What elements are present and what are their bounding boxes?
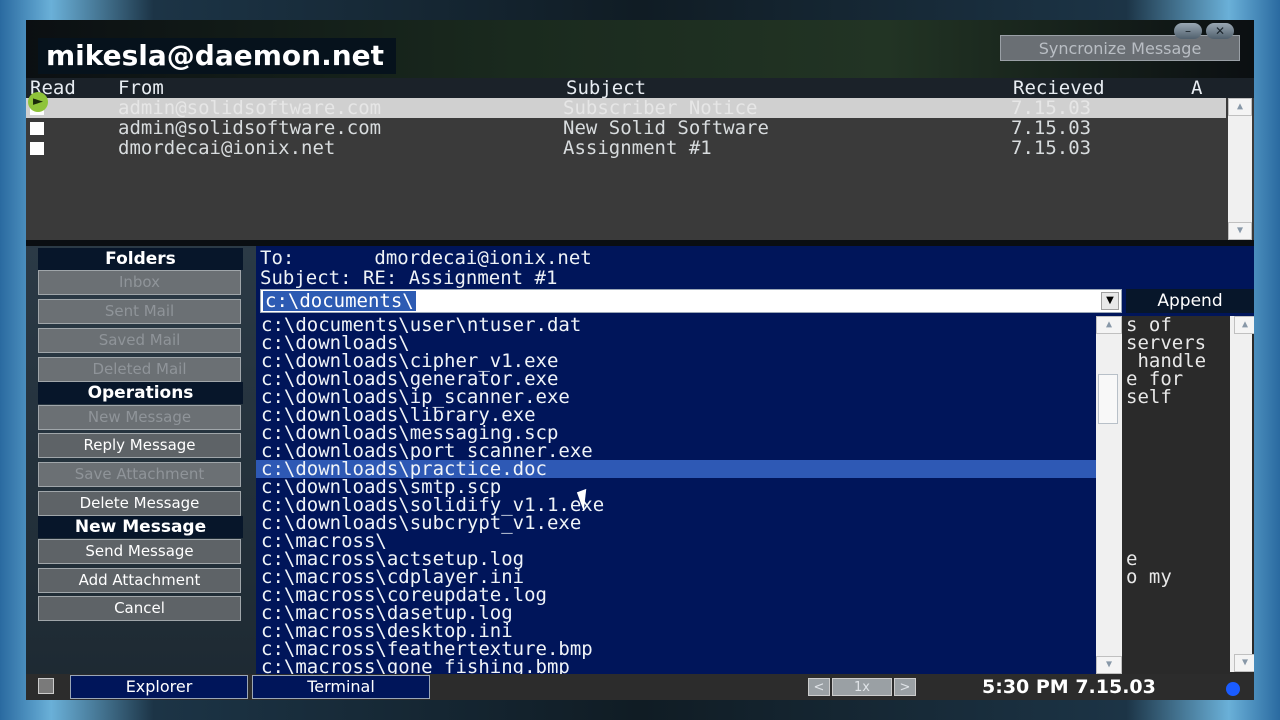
delete-message-button[interactable]: Delete Message <box>38 491 241 516</box>
message-from: admin@solidsoftware.com <box>118 97 382 119</box>
zoom-level: 1x <box>832 678 892 696</box>
mail-client-window: mikesla@daemon.net Syncronize Message – ✕… <box>26 20 1254 700</box>
reply-message-button[interactable]: Reply Message <box>38 433 241 458</box>
file-item[interactable]: c:\macross\gone_fishing.bmp <box>256 658 1096 675</box>
add-attachment-button[interactable]: Add Attachment <box>38 568 241 593</box>
to-line: To: dmordecai@ionix.net <box>260 248 592 268</box>
scroll-down-icon[interactable]: ▼ <box>1228 222 1252 240</box>
folder-sent-mail-button[interactable]: Sent Mail <box>38 299 241 324</box>
folder-deleted-mail-button[interactable]: Deleted Mail <box>38 357 241 382</box>
message-list-header: Read From Subject Recieved A <box>26 78 1254 98</box>
scroll-up-icon[interactable]: ▲ <box>1228 98 1252 116</box>
operations-header: Operations <box>38 382 243 404</box>
taskbar: Explorer Terminal < 1x > 5:30 PM 7.15.03 <box>26 674 1254 700</box>
scroll-down-icon[interactable]: ▼ <box>1096 656 1122 674</box>
new-message-header: New Message <box>38 516 243 538</box>
zoom-in-icon[interactable]: > <box>894 678 916 696</box>
folder-saved-mail-button[interactable]: Saved Mail <box>38 328 241 353</box>
message-list: admin@solidsoftware.com Subscriber Notic… <box>26 98 1254 240</box>
file-list-scrollbar[interactable]: ▲ ▼ <box>1096 316 1122 674</box>
compose-area: To: dmordecai@ionix.net Subject: RE: Ass… <box>256 246 1254 674</box>
window-controls: – ✕ <box>1174 20 1244 39</box>
body-fragment: o my <box>1126 566 1172 588</box>
message-from: dmordecai@ionix.net <box>118 137 336 159</box>
clock: 5:30 PM 7.15.03 <box>982 676 1156 698</box>
column-attachment[interactable]: A <box>1191 78 1202 98</box>
cancel-button[interactable]: Cancel <box>38 596 241 621</box>
subject-label: Subject: <box>260 267 352 289</box>
to-label: To: <box>260 247 295 269</box>
subject-value[interactable]: RE: Assignment #1 <box>363 267 557 289</box>
side-panel: Folders Inbox Sent Mail Saved Mail Delet… <box>26 246 256 674</box>
tray-icon[interactable] <box>1226 682 1240 696</box>
append-button[interactable]: Append <box>1126 289 1254 313</box>
message-row[interactable]: admin@solidsoftware.com New Solid Softwa… <box>26 118 1226 138</box>
new-message-button[interactable]: New Message <box>38 405 241 430</box>
close-icon[interactable]: ✕ <box>1206 23 1234 39</box>
read-checkbox[interactable] <box>30 142 44 155</box>
read-checkbox[interactable] <box>30 122 44 135</box>
column-from[interactable]: From <box>118 78 164 98</box>
message-row[interactable]: dmordecai@ionix.net Assignment #1 7.15.0… <box>26 138 1226 158</box>
to-value[interactable]: dmordecai@ionix.net <box>374 247 591 269</box>
column-subject[interactable]: Subject <box>566 78 646 98</box>
message-received: 7.15.03 <box>1011 137 1092 159</box>
column-received[interactable]: Recieved <box>1013 78 1105 98</box>
body-fragment: self <box>1126 386 1172 408</box>
top-banner: mikesla@daemon.net Syncronize Message – ✕ <box>26 20 1254 78</box>
subject-line: Subject: RE: Assignment #1 <box>260 268 557 288</box>
account-title: mikesla@daemon.net <box>38 38 397 74</box>
scroll-down-icon[interactable]: ▼ <box>1234 654 1254 672</box>
message-row[interactable]: admin@solidsoftware.com Subscriber Notic… <box>26 98 1226 118</box>
arrow-right-icon[interactable]: ► <box>28 92 48 112</box>
chevron-down-icon[interactable]: ▼ <box>1101 292 1119 310</box>
folders-header: Folders <box>38 248 243 270</box>
message-from: admin@solidsoftware.com <box>118 117 382 139</box>
zoom-out-icon[interactable]: < <box>808 678 830 696</box>
synchronize-message-button[interactable]: Syncronize Message <box>1000 35 1240 61</box>
message-subject: Assignment #1 <box>563 137 712 159</box>
folder-inbox-button[interactable]: Inbox <box>38 270 241 295</box>
message-subject: New Solid Software <box>563 117 769 139</box>
message-list-scrollbar[interactable]: ▲ ▼ <box>1228 98 1252 240</box>
message-body-area[interactable]: s of servers handle e for self e o my ▲ … <box>1122 316 1254 674</box>
terminal-button[interactable]: Terminal <box>252 675 430 699</box>
file-dropdown-list[interactable]: c:\documents\user\ntuser.dat c:\download… <box>256 316 1122 674</box>
scroll-up-icon[interactable]: ▲ <box>1096 316 1122 334</box>
attachment-path-combobox[interactable]: c:\documents\ ▼ <box>260 289 1122 313</box>
message-received: 7.15.03 <box>1011 117 1092 139</box>
display-frame: mikesla@daemon.net Syncronize Message – ✕… <box>0 0 1280 720</box>
scroll-thumb[interactable] <box>1098 374 1118 424</box>
explorer-button[interactable]: Explorer <box>70 675 248 699</box>
attachment-path-input[interactable]: c:\documents\ <box>262 290 417 312</box>
send-message-button[interactable]: Send Message <box>38 539 241 564</box>
save-attachment-button[interactable]: Save Attachment <box>38 462 241 487</box>
minimize-icon[interactable]: – <box>1174 23 1202 39</box>
scroll-up-icon[interactable]: ▲ <box>1234 316 1254 334</box>
taskbar-checkbox[interactable] <box>38 678 54 694</box>
body-scrollbar[interactable]: ▲ ▼ <box>1230 316 1254 672</box>
message-received: 7.15.03 <box>1011 97 1092 119</box>
message-subject: Subscriber Notice <box>563 97 758 119</box>
